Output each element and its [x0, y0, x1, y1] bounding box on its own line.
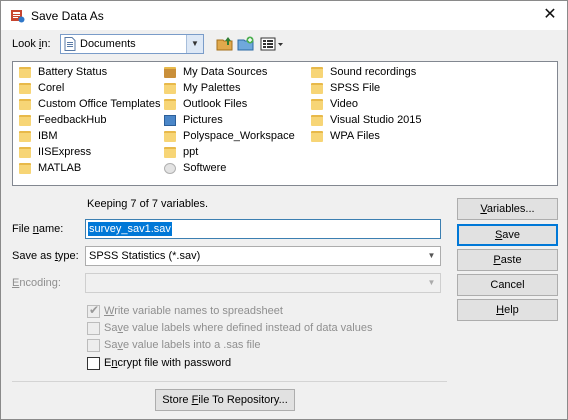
spss-app-icon [11, 10, 25, 23]
file-list-item-label: Polyspace_Workspace [183, 130, 295, 142]
documents-icon [64, 37, 76, 51]
data-sources-folder-icon [164, 67, 176, 78]
encoding-dropdown[interactable]: ▼ [85, 273, 441, 293]
file-list-item-label: ppt [183, 146, 199, 158]
checkbox-box[interactable] [87, 357, 100, 370]
help-button[interactable]: Help [457, 299, 558, 321]
folder-icon [164, 147, 176, 158]
cancel-button[interactable]: Cancel [457, 274, 558, 296]
file-list-item-label: WPA Files [330, 130, 380, 142]
file-list-item-label: Video [330, 98, 358, 110]
pictures-folder-icon [164, 115, 176, 126]
folder-icon [311, 83, 323, 94]
folder-icon [19, 83, 31, 94]
folder-icon [164, 83, 176, 94]
file-list-item-label: Battery Status [38, 66, 108, 78]
checkbox-label: Save value labels where defined instead … [104, 322, 373, 334]
look-in-value: Documents [80, 38, 136, 50]
save-as-type-label: Save as type: [12, 250, 79, 262]
variables-button[interactable]: Variables... [457, 198, 558, 220]
file-list-item-label: Custom Office Templates [38, 98, 161, 110]
paste-button[interactable]: Paste [457, 249, 558, 271]
title-bar: Save Data As ✕ [1, 1, 567, 30]
folder-icon [19, 163, 31, 174]
folder-icon [19, 67, 31, 78]
save-data-as-dialog: Save Data As ✕ Look in: Documents ▼ Batt… [0, 0, 568, 420]
save-button[interactable]: Save [457, 224, 558, 246]
folder-icon [311, 131, 323, 142]
save-as-type-dropdown[interactable]: SPSS Statistics (*.sav) ▼ [85, 246, 441, 266]
chevron-down-icon[interactable]: ▼ [186, 35, 203, 53]
file-list-item-label: Outlook Files [183, 98, 248, 110]
checkbox-label: Save value labels into a .sas file [104, 339, 261, 351]
file-list-item-label: Visual Studio 2015 [330, 114, 422, 126]
encoding-label: Encoding: [12, 277, 61, 289]
close-button[interactable]: ✕ [533, 1, 567, 30]
file-name-value: survey_sav1.sav [88, 222, 172, 236]
keeping-variables-text: Keeping 7 of 7 variables. [87, 198, 209, 210]
chevron-down-icon[interactable]: ▼ [423, 274, 440, 292]
checkbox-label: Write variable names to spreadsheet [104, 305, 283, 317]
chevron-down-icon[interactable]: ▼ [423, 247, 440, 265]
file-list-item-label: Corel [38, 82, 65, 94]
dialog-title: Save Data As [31, 9, 104, 23]
separator [12, 381, 447, 382]
folder-icon [19, 147, 31, 158]
file-list-item-label: My Palettes [183, 82, 241, 94]
file-list-item-label: Pictures [183, 114, 223, 126]
folder-icon [19, 115, 31, 126]
folder-icon [311, 99, 323, 110]
new-folder-icon[interactable] [237, 35, 255, 53]
file-list-item-label: FeedbackHub [38, 114, 107, 126]
file-list[interactable]: Battery Status Corel Custom Office Templat… [12, 61, 558, 186]
file-name-input[interactable]: survey_sav1.sav [85, 219, 441, 239]
folder-icon [311, 115, 323, 126]
checkbox-label: Encrypt file with password [104, 357, 232, 369]
close-icon: ✕ [543, 6, 557, 23]
folder-icon [164, 99, 176, 110]
file-list-item-label: IBM [38, 130, 58, 142]
view-menu-icon[interactable] [259, 35, 285, 53]
checkbox-box[interactable] [87, 322, 100, 335]
file-list-item-label: My Data Sources [183, 66, 268, 78]
look-in-dropdown[interactable]: Documents ▼ [60, 34, 204, 54]
software-folder-icon [164, 163, 176, 174]
checkbox-box[interactable] [87, 339, 100, 352]
folder-icon [19, 99, 31, 110]
folder-icon [164, 131, 176, 142]
checkmark-icon: ✔ [89, 303, 100, 317]
up-folder-icon[interactable] [216, 35, 234, 53]
file-name-label: File name: [12, 223, 64, 235]
file-list-item-label: SPSS File [330, 82, 381, 94]
look-in-label: Look in: [12, 38, 51, 50]
folder-icon [311, 67, 323, 78]
file-list-item-label: IISExpress [38, 146, 92, 158]
file-list-item-label: MATLAB [38, 162, 82, 174]
save-as-type-value: SPSS Statistics (*.sav) [89, 250, 201, 262]
folder-icon [19, 131, 31, 142]
file-list-item-label: Sound recordings [330, 66, 417, 78]
file-list-item-label: Softwere [183, 162, 227, 174]
store-file-to-repository-button[interactable]: Store File To Repository... [155, 389, 295, 411]
checkbox-box[interactable]: ✔ [87, 303, 100, 318]
